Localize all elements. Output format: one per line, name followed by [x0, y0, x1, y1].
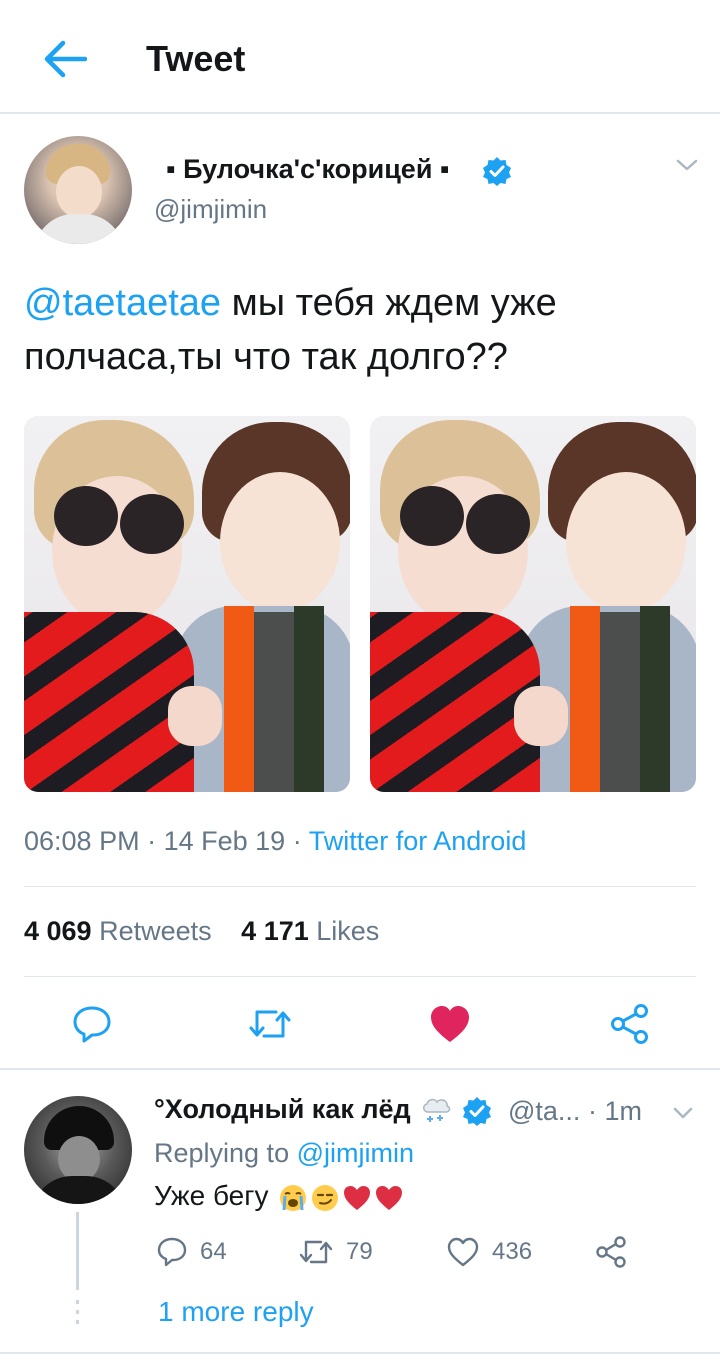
replying-to-link[interactable]: @jimjimin [297, 1138, 414, 1168]
share-icon [611, 1004, 648, 1044]
tweet-date: 14 Feb 19 [163, 826, 286, 856]
reply-retweet-count: 79 [346, 1238, 373, 1265]
replying-to: Replying to @jimjimin [154, 1138, 415, 1168]
arrow-left-icon [44, 40, 87, 78]
tweet-photo-2[interactable] [370, 416, 696, 792]
share-button[interactable] [608, 1002, 652, 1046]
share-icon [596, 1236, 626, 1268]
reply-text: Уже бегу [154, 1180, 404, 1213]
reply-share-button[interactable] [594, 1232, 628, 1272]
smirk-face-emoji-icon [312, 1184, 339, 1211]
reply-reply-button[interactable]: 64 [156, 1232, 227, 1272]
top-bar: Tweet [0, 0, 720, 114]
thread-line [76, 1212, 79, 1290]
back-button[interactable] [36, 34, 92, 84]
red-heart-emoji-icon [376, 1185, 403, 1210]
chevron-down-icon[interactable] [670, 1100, 696, 1126]
meta-separator: · [292, 826, 302, 856]
retweet-icon [249, 1010, 291, 1038]
reply-author-handle[interactable]: @ta... · 1m [508, 1096, 642, 1127]
crying-face-emoji-icon [280, 1184, 307, 1211]
verified-badge-icon [483, 157, 511, 186]
thread-dot [76, 1300, 79, 1304]
page-title: Tweet [146, 38, 246, 79]
reply-reply-count: 64 [200, 1238, 227, 1265]
retweet-button[interactable] [248, 1002, 292, 1046]
reply-icon [73, 1006, 111, 1043]
like-button[interactable] [428, 1002, 472, 1046]
divider [0, 1068, 720, 1070]
tweet-meta: 06:08 PM · 14 Feb 19 · Twitter for Andro… [24, 826, 526, 857]
meta-separator: · [147, 826, 157, 856]
reply-button[interactable] [70, 1002, 114, 1046]
tweet-source-link[interactable]: Twitter for Android [309, 826, 527, 856]
divider [24, 886, 696, 887]
retweets-label[interactable]: Retweets [99, 916, 212, 946]
more-replies-link[interactable]: 1 more reply [158, 1296, 314, 1328]
reply-retweet-button[interactable]: 79 [298, 1232, 373, 1272]
tweet-time: 06:08 PM [24, 826, 140, 856]
tweet-stats: 4 069 Retweets 4 171 Likes [24, 916, 401, 947]
tweet-photo-1[interactable] [24, 416, 350, 792]
reply-icon [157, 1237, 187, 1267]
divider [0, 1352, 720, 1354]
reply-time: · 1m [587, 1096, 642, 1126]
likes-count[interactable]: 4 171 [241, 916, 309, 946]
author-handle[interactable]: @jimjimin [154, 194, 267, 225]
reply-like-count: 436 [492, 1238, 533, 1265]
thread-dot [76, 1320, 79, 1324]
author-avatar[interactable] [24, 136, 132, 244]
red-heart-emoji-icon [344, 1185, 371, 1210]
retweet-icon [299, 1240, 333, 1264]
author-name[interactable]: ▪ Булочка'с'корицей ▪ [166, 154, 450, 185]
reply-author-avatar[interactable] [24, 1096, 132, 1204]
mention-link[interactable]: @taetaetae [24, 282, 221, 324]
snow-cloud-emoji-icon [423, 1098, 451, 1122]
divider [24, 976, 696, 977]
chevron-down-icon[interactable] [672, 150, 702, 180]
retweets-count[interactable]: 4 069 [24, 916, 92, 946]
tweet-text: @taetaetae мы тебя ждем уже полчаса,ты ч… [24, 276, 696, 384]
reply-author-name[interactable]: °Холодный как лёд [154, 1094, 492, 1126]
heart-outline-icon [447, 1237, 479, 1267]
reply-like-button[interactable]: 436 [446, 1232, 532, 1272]
likes-label[interactable]: Likes [316, 916, 379, 946]
verified-badge-icon [462, 1096, 491, 1126]
heart-filled-icon [431, 1006, 469, 1042]
thread-dot [76, 1310, 79, 1314]
